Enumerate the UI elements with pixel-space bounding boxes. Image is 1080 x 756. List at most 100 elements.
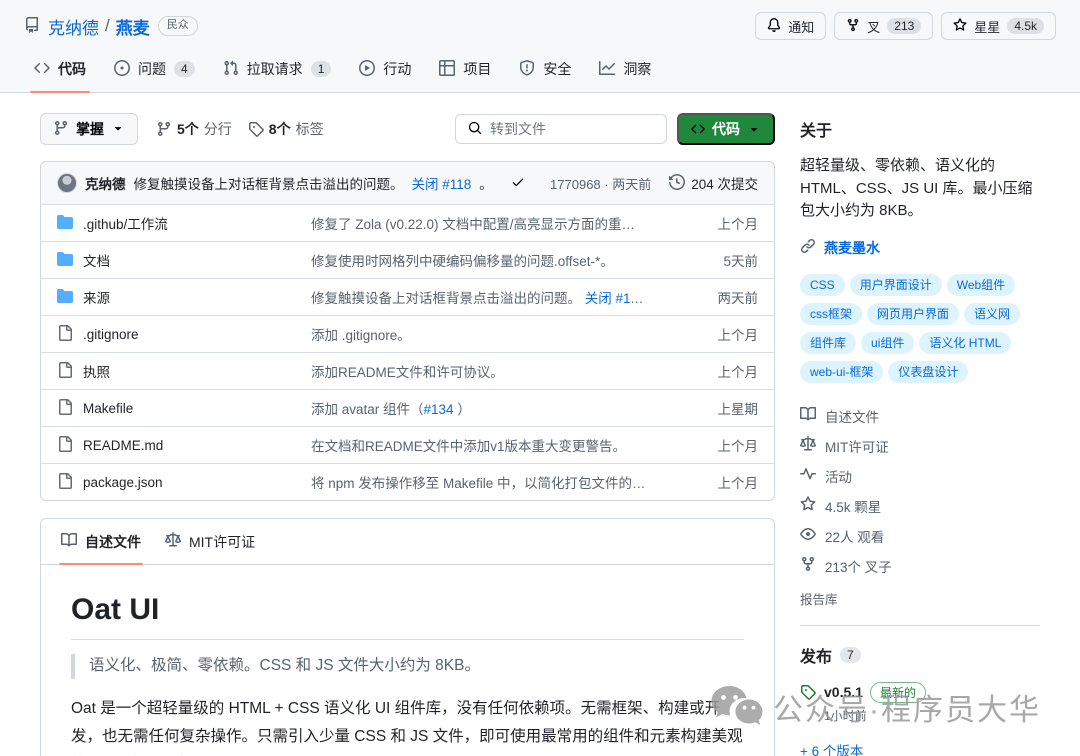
- tags-link[interactable]: 8个 标签: [248, 119, 324, 139]
- file-name-link[interactable]: .gitignore: [57, 325, 311, 344]
- file-commit-message[interactable]: 添加 .gitignore。: [311, 324, 662, 344]
- topic-pill[interactable]: css框架: [800, 303, 862, 325]
- commit-history-link[interactable]: 204 次提交: [669, 173, 758, 193]
- file-name-link[interactable]: .github/工作流: [57, 213, 311, 233]
- file-commit-time: 上个月: [662, 361, 758, 381]
- topic-pill[interactable]: ui组件: [861, 332, 914, 354]
- readme-meta-link[interactable]: 自述文件: [800, 401, 1040, 431]
- forks-meta-link[interactable]: 213个 叉子: [800, 551, 1040, 581]
- file-browser: 克纳德 修复触摸设备上对话框背景点击溢出的问题。 关闭 #118 。 17709…: [40, 161, 775, 501]
- table-row: .github/工作流 修复了 Zola (v0.22.0) 文档中配置/高亮显…: [41, 204, 774, 241]
- law-icon: [165, 532, 181, 551]
- file-name-link[interactable]: Makefile: [57, 399, 311, 418]
- commit-message[interactable]: 修复触摸设备上对话框背景点击溢出的问题。: [134, 173, 404, 193]
- topic-pill[interactable]: 网页用户界面: [867, 303, 959, 325]
- file-name-link[interactable]: 来源: [57, 287, 311, 307]
- tags-count: 8个: [269, 119, 291, 139]
- fork-button[interactable]: 叉 213: [834, 12, 933, 40]
- more-releases-link[interactable]: + 6 个版本: [800, 740, 863, 756]
- tab-projects-label: 项目: [463, 59, 491, 79]
- book-icon: [800, 406, 816, 425]
- notifications-button[interactable]: 通知: [755, 12, 826, 40]
- search-icon: [468, 121, 482, 138]
- branch-selector[interactable]: 掌握: [40, 113, 138, 145]
- file-name-link[interactable]: package.json: [57, 473, 311, 492]
- readme-tab-label: 自述文件: [85, 532, 141, 552]
- tab-actions[interactable]: 行动: [345, 48, 425, 92]
- topic-pill[interactable]: 组件库: [800, 332, 856, 354]
- branches-link[interactable]: 5个 分行: [156, 119, 232, 139]
- stars-meta-link[interactable]: 4.5k 颗星: [800, 491, 1040, 521]
- watchers-meta-link[interactable]: 22人 观看: [800, 521, 1040, 551]
- go-to-file-input[interactable]: 转到文件: [455, 114, 667, 144]
- current-branch-label: 掌握: [76, 119, 104, 139]
- tab-issues[interactable]: 问题 4: [100, 48, 209, 92]
- commit-check-icon[interactable]: [511, 175, 525, 192]
- table-row: 执照 添加README文件和许可协议。 上个月: [41, 352, 774, 389]
- file-name-link[interactable]: 执照: [57, 361, 311, 381]
- topic-pill[interactable]: 语义网: [964, 303, 1020, 325]
- topic-pill[interactable]: 仪表盘设计: [888, 361, 968, 383]
- file-commit-message[interactable]: 添加README文件和许可协议。: [311, 361, 662, 381]
- fork-icon: [800, 556, 816, 575]
- latest-release[interactable]: v0.5.1 最新的 1小时前: [800, 682, 1040, 724]
- website-link[interactable]: 燕麦墨水: [800, 238, 1040, 258]
- tab-security[interactable]: 安全: [505, 48, 585, 92]
- website-label: 燕麦墨水: [824, 238, 880, 258]
- topic-pill[interactable]: CSS: [800, 274, 845, 296]
- topic-pill[interactable]: web-ui-框架: [800, 361, 883, 383]
- commit-author-link[interactable]: 克纳德: [85, 173, 126, 193]
- tab-security-label: 安全: [543, 59, 571, 79]
- tab-pull-requests[interactable]: 拉取请求 1: [209, 48, 346, 92]
- fork-label: 叉: [867, 17, 880, 36]
- file-commit-time: 5天前: [662, 250, 758, 270]
- tab-insights[interactable]: 洞察: [585, 48, 665, 92]
- star-icon: [800, 496, 816, 515]
- file-commit-message[interactable]: 在文档和README文件中添加v1版本重大变更警告。: [311, 435, 662, 455]
- file-name-link[interactable]: README.md: [57, 436, 311, 455]
- commit-issue-link[interactable]: 关闭 #118: [412, 173, 472, 193]
- report-repository-link[interactable]: 报告库: [800, 589, 838, 608]
- commit-hash-time[interactable]: 1770968 · 两天前: [550, 174, 651, 193]
- code-icon: [34, 60, 50, 79]
- file-name-link[interactable]: 文档: [57, 250, 311, 270]
- file-commit-time: 上个月: [662, 435, 758, 455]
- commit-meta: 1770968 · 两天前 204 次提交: [550, 173, 758, 193]
- release-version[interactable]: v0.5.1: [824, 684, 863, 700]
- bell-icon: [767, 18, 781, 35]
- topic-pill[interactable]: Web组件: [947, 274, 1015, 296]
- releases-heading[interactable]: 发布 7: [800, 643, 1040, 667]
- about-meta-list: 自述文件 MIT许可证 活动 4.5k 颗星 22人 观看 213个 叉子: [800, 401, 1040, 581]
- tab-license[interactable]: MIT许可证: [153, 519, 267, 564]
- file-commit-time: 上个月: [662, 324, 758, 344]
- table-row: Makefile 添加 avatar 组件（#134 ） 上星期: [41, 389, 774, 426]
- license-meta-link[interactable]: MIT许可证: [800, 431, 1040, 461]
- table-row: 来源 修复触摸设备上对话框背景点击溢出的问题。 关闭 #118 。 两天前: [41, 278, 774, 315]
- file-commit-message[interactable]: 修复了 Zola (v0.22.0) 文档中配置/高亮显示方面的重大更改。 …: [311, 213, 662, 233]
- page-layout: 掌握 5个 分行 8个 标签 转到文件: [0, 93, 1080, 756]
- file-commit-message[interactable]: 修复触摸设备上对话框背景点击溢出的问题。 关闭 #118 。: [311, 287, 662, 307]
- fork-count-badge: 213: [887, 18, 921, 34]
- readme-title: Oat UI: [71, 593, 744, 640]
- activity-meta-link[interactable]: 活动: [800, 461, 1040, 491]
- tab-readme[interactable]: 自述文件: [49, 519, 153, 564]
- file-commit-message[interactable]: 添加 avatar 组件（#134 ）: [311, 398, 662, 418]
- star-button[interactable]: 星星 4.5k: [941, 12, 1056, 40]
- tab-projects[interactable]: 项目: [425, 48, 505, 92]
- file-icon: [57, 436, 73, 455]
- star-count-badge: 4.5k: [1007, 18, 1044, 34]
- commit-author-avatar[interactable]: [57, 173, 77, 193]
- commit-count-label: 204 次提交: [691, 173, 758, 193]
- repo-name-link[interactable]: 燕麦: [116, 14, 150, 39]
- file-commit-message[interactable]: 修复使用时网格列中硬编码偏移量的问题.offset-*。: [311, 250, 662, 270]
- topic-pill[interactable]: 用户界面设计: [850, 274, 942, 296]
- table-row: 文档 修复使用时网格列中硬编码偏移量的问题.offset-*。 5天前: [41, 241, 774, 278]
- file-commit-time: 上个月: [662, 213, 758, 233]
- tab-code[interactable]: 代码: [20, 48, 100, 92]
- topic-pill[interactable]: 语义化 HTML: [919, 332, 1011, 354]
- file-commit-time: 上星期: [662, 398, 758, 418]
- code-download-button[interactable]: 代码: [677, 113, 775, 145]
- owner-link[interactable]: 克纳德: [48, 14, 99, 39]
- tab-code-label: 代码: [58, 59, 86, 79]
- file-commit-message[interactable]: 将 npm 发布操作移至 Makefile 中，以简化打包文件的路径。: [311, 472, 662, 492]
